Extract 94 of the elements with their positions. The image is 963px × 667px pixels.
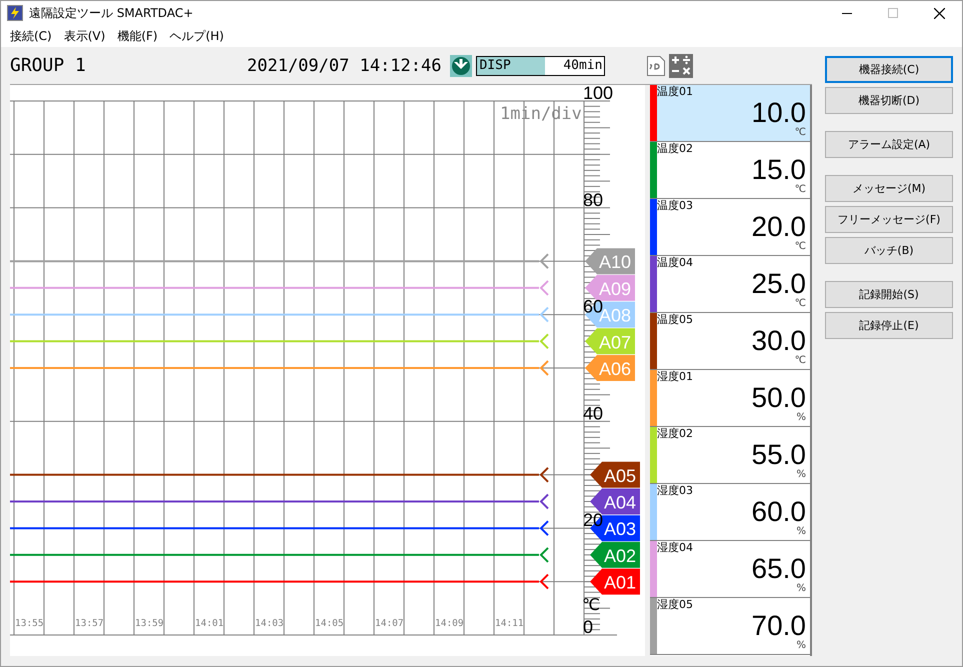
channel-value: 30.0 (752, 327, 806, 355)
channel-value: 65.0 (752, 555, 806, 583)
channel-unit: ℃ (794, 355, 806, 367)
channel-name: 湿度03 (657, 484, 694, 498)
time-label: 14:03 (255, 618, 284, 629)
channel-name: 温度03 (657, 199, 694, 213)
axis-label: 0 (583, 617, 594, 637)
channel-row[interactable]: 湿度03 60.0 % (650, 484, 810, 541)
channel-row[interactable]: 温度03 20.0 ℃ (650, 199, 810, 256)
close-icon[interactable] (934, 8, 944, 18)
channel-unit: ℃ (794, 298, 806, 310)
channel-name: 湿度04 (657, 541, 694, 555)
sd-card-icon[interactable] (647, 56, 666, 76)
trace-end-marker (540, 334, 549, 349)
channel-row[interactable]: 湿度05 70.0 % (650, 598, 810, 655)
channel-name: 湿度05 (657, 598, 694, 612)
channel-name: 湿度02 (657, 427, 694, 441)
channel-value: 10.0 (752, 99, 806, 127)
action-button[interactable]: メッセージ(M) (825, 175, 953, 202)
series-tag: A02 (590, 542, 640, 568)
down-arrow-icon[interactable] (450, 54, 472, 76)
channel-unit: ℃ (794, 127, 806, 139)
menu-item[interactable]: 機能(F) (111, 28, 164, 44)
channel-unit: % (796, 526, 806, 538)
action-button[interactable]: 機器切断(D) (825, 87, 953, 114)
trace-end-marker (540, 520, 549, 536)
channel-row[interactable]: 湿度01 50.0 % (650, 370, 810, 427)
channel-unit: % (796, 469, 806, 481)
channel-row[interactable]: 温度02 15.0 ℃ (650, 142, 810, 199)
time-label: 13:55 (15, 618, 44, 629)
trace-end-marker (540, 254, 549, 269)
channel-value: 15.0 (752, 156, 806, 184)
trace-end-marker (540, 306, 549, 322)
channel-row[interactable]: 温度04 25.0 ℃ (650, 256, 810, 313)
channel-row[interactable]: 湿度04 65.0 % (650, 541, 810, 598)
action-button[interactable]: フリーメッセージ(F) (825, 206, 953, 233)
trace-end-marker (540, 547, 549, 563)
group-title: GROUP 1 (10, 55, 87, 76)
channel-row[interactable]: 温度05 30.0 ℃ (650, 313, 810, 370)
channel-value: 55.0 (752, 441, 806, 469)
menu-item[interactable]: ヘルプ(H) (164, 28, 230, 44)
series-tag: A01 (590, 568, 640, 595)
series-tag: A07 (585, 328, 635, 354)
unit-label: ℃ (582, 595, 600, 614)
channel-value: 25.0 (752, 270, 806, 298)
channel-value: 50.0 (752, 384, 806, 412)
channel-row[interactable]: 湿度02 55.0 % (650, 427, 810, 484)
action-button[interactable]: アラーム設定(A) (825, 131, 953, 158)
window-title: 遠隔設定ツール SMARTDAC+ (29, 4, 194, 22)
channel-unit: ℃ (794, 241, 806, 253)
channel-name: 温度05 (657, 313, 694, 327)
axis-label: 100 (583, 85, 614, 103)
channel-unit: % (796, 640, 806, 652)
time-label: 14:07 (375, 618, 404, 629)
channel-unit: % (796, 583, 806, 595)
menu-item[interactable]: 接続(C) (4, 28, 58, 44)
series-tag: A09 (585, 274, 635, 301)
trace-end-marker (540, 360, 549, 376)
action-button[interactable]: 記録開始(S) (825, 281, 953, 308)
trace-end-marker (540, 467, 549, 482)
trace-end-marker (540, 494, 549, 510)
axis-label: 80 (583, 190, 604, 210)
channel-name: 温度01 (657, 85, 694, 99)
time-label: 14:09 (435, 618, 464, 629)
time-label: 14:01 (195, 618, 224, 629)
channel-unit: ℃ (794, 184, 806, 196)
series-tag: A10 (585, 248, 635, 274)
series-tag: A05 (590, 462, 640, 488)
channel-value: 20.0 (752, 213, 806, 241)
channel-unit: % (796, 412, 806, 424)
time-label: 14:05 (315, 618, 344, 629)
channel-value: 60.0 (752, 498, 806, 526)
minimize-icon[interactable] (842, 12, 852, 14)
channel-name: 湿度01 (657, 370, 694, 384)
calculator-icon[interactable] (669, 54, 694, 78)
channel-name: 温度04 (657, 256, 694, 270)
trace-end-marker (540, 574, 549, 590)
series-tag: A04 (590, 488, 640, 514)
time-label: 13:57 (75, 618, 104, 629)
channel-row[interactable]: 温度01 10.0 ℃ (650, 85, 810, 142)
action-button[interactable]: バッチ(B) (825, 237, 953, 264)
app-icon (7, 5, 23, 21)
action-button[interactable]: 記録停止(E) (825, 312, 953, 339)
channel-name: 温度02 (657, 142, 694, 156)
action-button[interactable]: 機器接続(C) (825, 56, 953, 83)
time-label: 14:11 (495, 618, 524, 629)
channel-value: 70.0 (752, 612, 806, 640)
trace-end-marker (540, 280, 549, 296)
series-tag: A06 (585, 355, 635, 381)
display-span-indicator: DISP 40min (476, 56, 606, 76)
menu-item[interactable]: 表示(V) (58, 28, 112, 44)
datetime: 2021/09/07 14:12:46 (247, 56, 442, 76)
time-label: 13:59 (135, 618, 164, 629)
axis-label: 40 (583, 403, 604, 424)
